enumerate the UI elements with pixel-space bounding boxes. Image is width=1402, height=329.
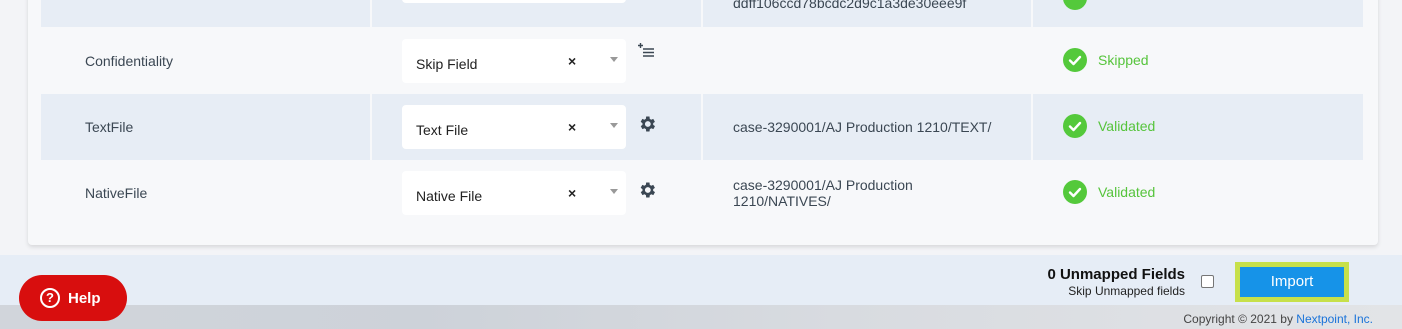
status-text: Skipped <box>1098 52 1149 68</box>
clear-icon[interactable]: × <box>568 185 576 201</box>
table-row: Confidentiality Skip Field × Skipped <box>41 28 1363 94</box>
chevron-down-icon[interactable] <box>610 123 618 128</box>
field-select[interactable]: Text File × <box>402 105 626 149</box>
status-indicator: Skipped <box>1063 48 1149 72</box>
company-link[interactable]: Nextpoint, Inc. <box>1296 312 1373 326</box>
check-circle-icon <box>1063 48 1087 72</box>
clear-icon[interactable]: × <box>568 53 576 69</box>
check-circle-icon <box>1063 180 1087 204</box>
skip-unmapped-label: Skip Unmapped fields <box>1068 284 1185 298</box>
question-circle-icon: ? <box>40 288 60 308</box>
file-path: case-3290001/AJ Production 1210/TEXT/ <box>733 119 992 135</box>
file-path: case-3290001/AJ Production 1210/NATIVES/ <box>733 177 913 209</box>
import-button[interactable]: Import <box>1240 267 1344 297</box>
field-name: Confidentiality <box>85 53 173 69</box>
help-button[interactable]: ? Help <box>19 275 127 321</box>
gear-icon[interactable] <box>637 180 657 200</box>
field-name: TextFile <box>85 119 134 135</box>
table-row: TextFile Text File × case-3290001/AJ Pro… <box>41 94 1363 160</box>
status-indicator <box>1063 0 1087 10</box>
table-row: ddff106ccd78bcdc2d9c1a3de30eee9f <box>41 0 1363 27</box>
field-select[interactable]: Native File × <box>402 171 626 215</box>
chevron-down-icon[interactable] <box>610 189 618 194</box>
help-label: Help <box>68 289 101 307</box>
status-text: Validated <box>1098 118 1156 134</box>
select-value: Text File <box>416 122 469 138</box>
table-row: NativeFile Native File × case-3290001/AJ… <box>41 160 1363 226</box>
copyright: Copyright © 2021 by Nextpoint, Inc. <box>1183 312 1373 326</box>
status-text: Validated <box>1098 184 1156 200</box>
field-select[interactable]: Skip Field × <box>402 39 626 83</box>
field-select[interactable] <box>402 0 626 3</box>
unmapped-summary: 0 Unmapped Fields Skip Unmapped fields <box>1047 266 1185 298</box>
status-indicator: Validated <box>1063 114 1155 138</box>
select-value: Skip Field <box>416 56 478 72</box>
select-value: Native File <box>416 188 483 204</box>
add-list-icon[interactable] <box>637 42 655 58</box>
status-indicator: Validated <box>1063 180 1155 204</box>
chevron-down-icon[interactable] <box>610 57 618 62</box>
check-circle-icon <box>1063 114 1087 138</box>
gear-icon[interactable] <box>637 114 657 134</box>
field-name: NativeFile <box>85 185 148 201</box>
skip-unmapped-checkbox[interactable] <box>1201 275 1214 288</box>
unmapped-count: 0 Unmapped Fields <box>1047 266 1185 283</box>
check-circle-icon <box>1063 0 1087 10</box>
import-footer <box>0 255 1402 305</box>
clear-icon[interactable]: × <box>568 119 576 135</box>
import-highlight: Import <box>1235 262 1349 302</box>
